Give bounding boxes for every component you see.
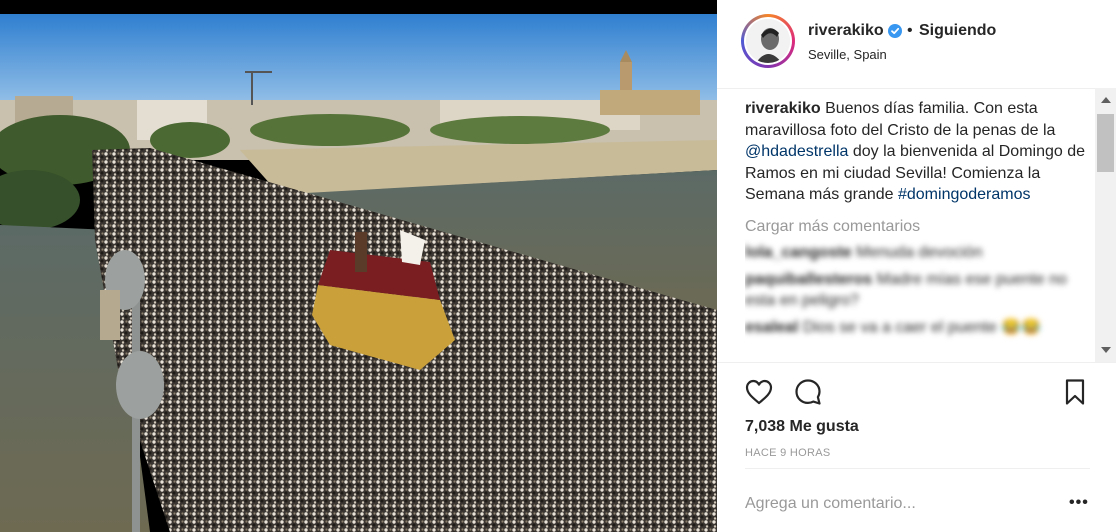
add-comment-section: Agrega un comentario... ••• (717, 468, 1116, 532)
more-options-icon[interactable]: ••• (1069, 494, 1089, 512)
comment: paquiballesteros Madre mías ese puente n… (745, 269, 1090, 312)
comment-bubble-icon[interactable] (793, 377, 823, 407)
comment: lola_cangoste Menuda devoción (745, 242, 1090, 264)
hashtag-link[interactable]: #domingoderamos (898, 186, 1031, 203)
post-panel: riverakiko • Siguiendo Seville, Spain ri… (717, 0, 1116, 532)
username-link[interactable]: riverakiko (808, 22, 884, 40)
comment-text: Menuda devoción (856, 244, 983, 261)
following-button[interactable]: Siguiendo (919, 22, 996, 40)
post-timestamp[interactable]: HACE 9 HORAS (745, 447, 831, 459)
bookmark-icon[interactable] (1060, 377, 1090, 407)
comment-author[interactable]: lola_cangoste (745, 244, 852, 261)
add-comment-input[interactable]: Agrega un comentario... (745, 495, 916, 513)
scroll-down-arrow-icon[interactable] (1101, 347, 1111, 353)
verified-badge-icon (888, 24, 902, 38)
heart-icon[interactable] (744, 377, 774, 407)
comment: esaleal Dios se va a caer el puente 😂😂 (745, 317, 1090, 339)
separator-dot: • (907, 22, 913, 39)
avatar[interactable] (741, 14, 795, 68)
comment-author[interactable]: paquiballesteros (745, 271, 872, 288)
divider (745, 468, 1090, 469)
mention-link[interactable]: @hdadestrella (745, 143, 848, 160)
post-header: riverakiko • Siguiendo Seville, Spain (717, 0, 1116, 89)
comment-author[interactable]: esaleal (745, 319, 798, 336)
load-more-comments-button[interactable]: Cargar más comentarios (745, 216, 1090, 238)
comments-list[interactable]: riverakiko Buenos días familia. Con esta… (745, 98, 1090, 364)
caption-author[interactable]: riverakiko (745, 100, 821, 117)
post-image[interactable] (0, 0, 717, 532)
post-actions (717, 362, 1116, 421)
scroll-up-arrow-icon[interactable] (1101, 97, 1111, 103)
location-link[interactable]: Seville, Spain (808, 47, 887, 62)
caption: riverakiko Buenos días familia. Con esta… (745, 98, 1090, 206)
likes-count[interactable]: 7,038 Me gusta (745, 418, 859, 436)
comments-scrollbar[interactable] (1095, 88, 1116, 362)
comment-text: Dios se va a caer el puente 😂😂 (802, 318, 1042, 336)
avatar-image (746, 19, 790, 63)
scrollbar-thumb[interactable] (1097, 114, 1114, 172)
